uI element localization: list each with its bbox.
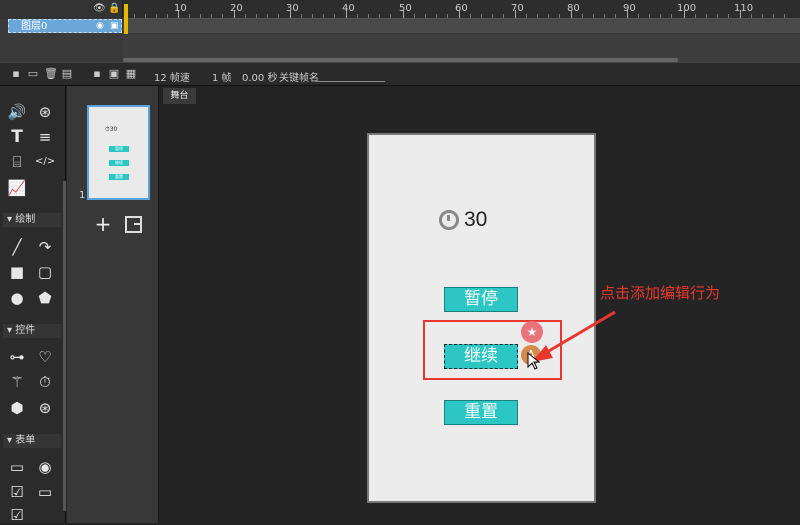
radio-tool-icon[interactable]: ◉ [35, 457, 55, 477]
wand-tool-icon[interactable]: ⚚ [7, 372, 27, 392]
visibility-icon[interactable]: ◉ [96, 20, 104, 33]
trash-icon[interactable]: 🗑 [44, 68, 58, 80]
tab-stage[interactable]: 舞台 [163, 88, 196, 104]
paragraph-tool-icon[interactable]: ≡ [35, 127, 55, 147]
folder-icon[interactable]: ▭ [27, 68, 39, 80]
curve-tool-icon[interactable]: ↷ [35, 237, 55, 257]
pages-panel: ⏱30 暂停 继续 重置 1 + [67, 86, 159, 523]
playhead[interactable] [124, 4, 128, 34]
lock-icon[interactable]: ▣ [110, 20, 119, 33]
eye-icon[interactable]: 👁 [93, 3, 106, 14]
fps-readout: 12 帧速 [154, 73, 190, 84]
layer-frames[interactable] [123, 19, 800, 34]
toggle-tool-icon[interactable]: ⊶ [7, 347, 27, 367]
ruler-label: 90 [623, 3, 636, 14]
thumb-button: 暂停 [109, 146, 129, 152]
keyframe-name-input[interactable] [315, 69, 385, 82]
cursor-icon [527, 352, 540, 370]
annotation-text: 点击添加编辑行为 [600, 284, 721, 302]
section-label: 表单 [15, 435, 36, 446]
toolbox-scrollbar[interactable] [63, 181, 66, 511]
timeline-statusbar: ▪ ▭ 🗑 ▤ ▪ ▣ ▦ 12 帧速 1 帧 0.00 秒 关键帧名 [0, 62, 800, 86]
time-readout: 0.00 秒 [242, 73, 278, 84]
pentagon-tool-icon[interactable]: ⬟ [35, 288, 55, 308]
thumb-timer: ⏱30 [105, 126, 118, 133]
copy-layer-icon[interactable]: ▤ [61, 68, 73, 80]
toolbox-panel: 🔊 ⊛ T ≡ ⌸ </> 📈 ▾ 绘制 ╱ ↷ ■ ▢ ● ⬟ ▾ 控件 ⊶ … [0, 86, 66, 525]
timer-tool-icon[interactable]: ⏱ [35, 372, 55, 392]
aperture-tool-icon[interactable]: ⊛ [35, 398, 55, 418]
delete-frame-icon[interactable]: ▦ [125, 68, 137, 80]
line-tool-icon[interactable]: ╱ [7, 237, 27, 257]
frame-tool-icon[interactable]: ⌸ [7, 152, 27, 172]
check-tool-icon[interactable]: ☑ [7, 505, 27, 525]
ruler-label: 10 [174, 3, 187, 14]
timer-icon[interactable] [439, 210, 459, 230]
heart-tool-icon[interactable]: ♡ [35, 347, 55, 367]
timeline-panel: 👁 🔒 图层0 ◉ ▣ 10 20 30 40 50 60 70 80 90 1… [0, 0, 800, 62]
insert-frame-icon[interactable]: ▪ [91, 68, 103, 80]
checkbox-tool-icon[interactable]: ☑ [7, 482, 27, 502]
ruler-label: 70 [511, 3, 524, 14]
section-header-form[interactable]: ▾ 表单 [3, 434, 61, 448]
ruler-label: 20 [230, 3, 243, 14]
lock-icon[interactable]: 🔒 [108, 3, 120, 14]
ruler-label: 60 [455, 3, 468, 14]
keyframe-name-label: 关键帧名 [279, 73, 319, 84]
frame-ruler[interactable]: 10 20 30 40 50 60 70 80 90 100 110 [123, 0, 800, 19]
add-page-icon[interactable]: + [94, 213, 112, 235]
reset-button[interactable]: 重置 [444, 400, 518, 425]
page-export-icon[interactable] [125, 216, 142, 233]
layer-header: 👁 🔒 [0, 0, 123, 19]
section-header-controls[interactable]: ▾ 控件 [3, 324, 61, 338]
ruler-label: 80 [567, 3, 580, 14]
section-label: 控件 [15, 325, 36, 336]
ruler-label: 50 [399, 3, 412, 14]
rectangle-tool-icon[interactable]: ■ [7, 262, 27, 282]
section-label: 绘制 [15, 214, 36, 225]
timer-value[interactable]: 30 [464, 208, 487, 232]
chart-tool-icon[interactable]: 📈 [7, 178, 27, 198]
circle-tool-icon[interactable]: ● [7, 288, 27, 308]
section-header-draw[interactable]: ▾ 绘制 [3, 213, 61, 227]
ruler-label: 40 [342, 3, 355, 14]
rounded-rect-tool-icon[interactable]: ▢ [35, 262, 55, 282]
insert-keyframe-icon[interactable]: ▣ [108, 68, 120, 80]
frame-readout: 1 帧 [212, 73, 232, 84]
text-tool-icon[interactable]: T [7, 127, 27, 147]
ruler-label: 30 [286, 3, 299, 14]
select-tool-icon[interactable]: ▭ [35, 482, 55, 502]
cube-tool-icon[interactable]: ⬢ [7, 398, 27, 418]
video-tool-icon[interactable]: ⊛ [35, 102, 55, 122]
code-tool-icon[interactable]: </> [35, 152, 55, 172]
layer-row[interactable]: 图层0 ◉ ▣ [8, 19, 122, 33]
page-thumbnail[interactable]: ⏱30 暂停 继续 重置 [87, 105, 150, 200]
new-layer-icon[interactable]: ▪ [10, 68, 22, 80]
input-tool-icon[interactable]: ▭ [7, 457, 27, 477]
pause-button[interactable]: 暂停 [444, 287, 518, 312]
ruler-label: 100 [677, 3, 697, 14]
layer-name: 图层0 [21, 21, 48, 32]
page-number: 1 [79, 190, 86, 201]
ruler-label: 110 [734, 3, 754, 14]
audio-tool-icon[interactable]: 🔊 [7, 102, 27, 122]
thumb-button: 重置 [109, 174, 129, 180]
thumb-button: 继续 [109, 160, 129, 166]
